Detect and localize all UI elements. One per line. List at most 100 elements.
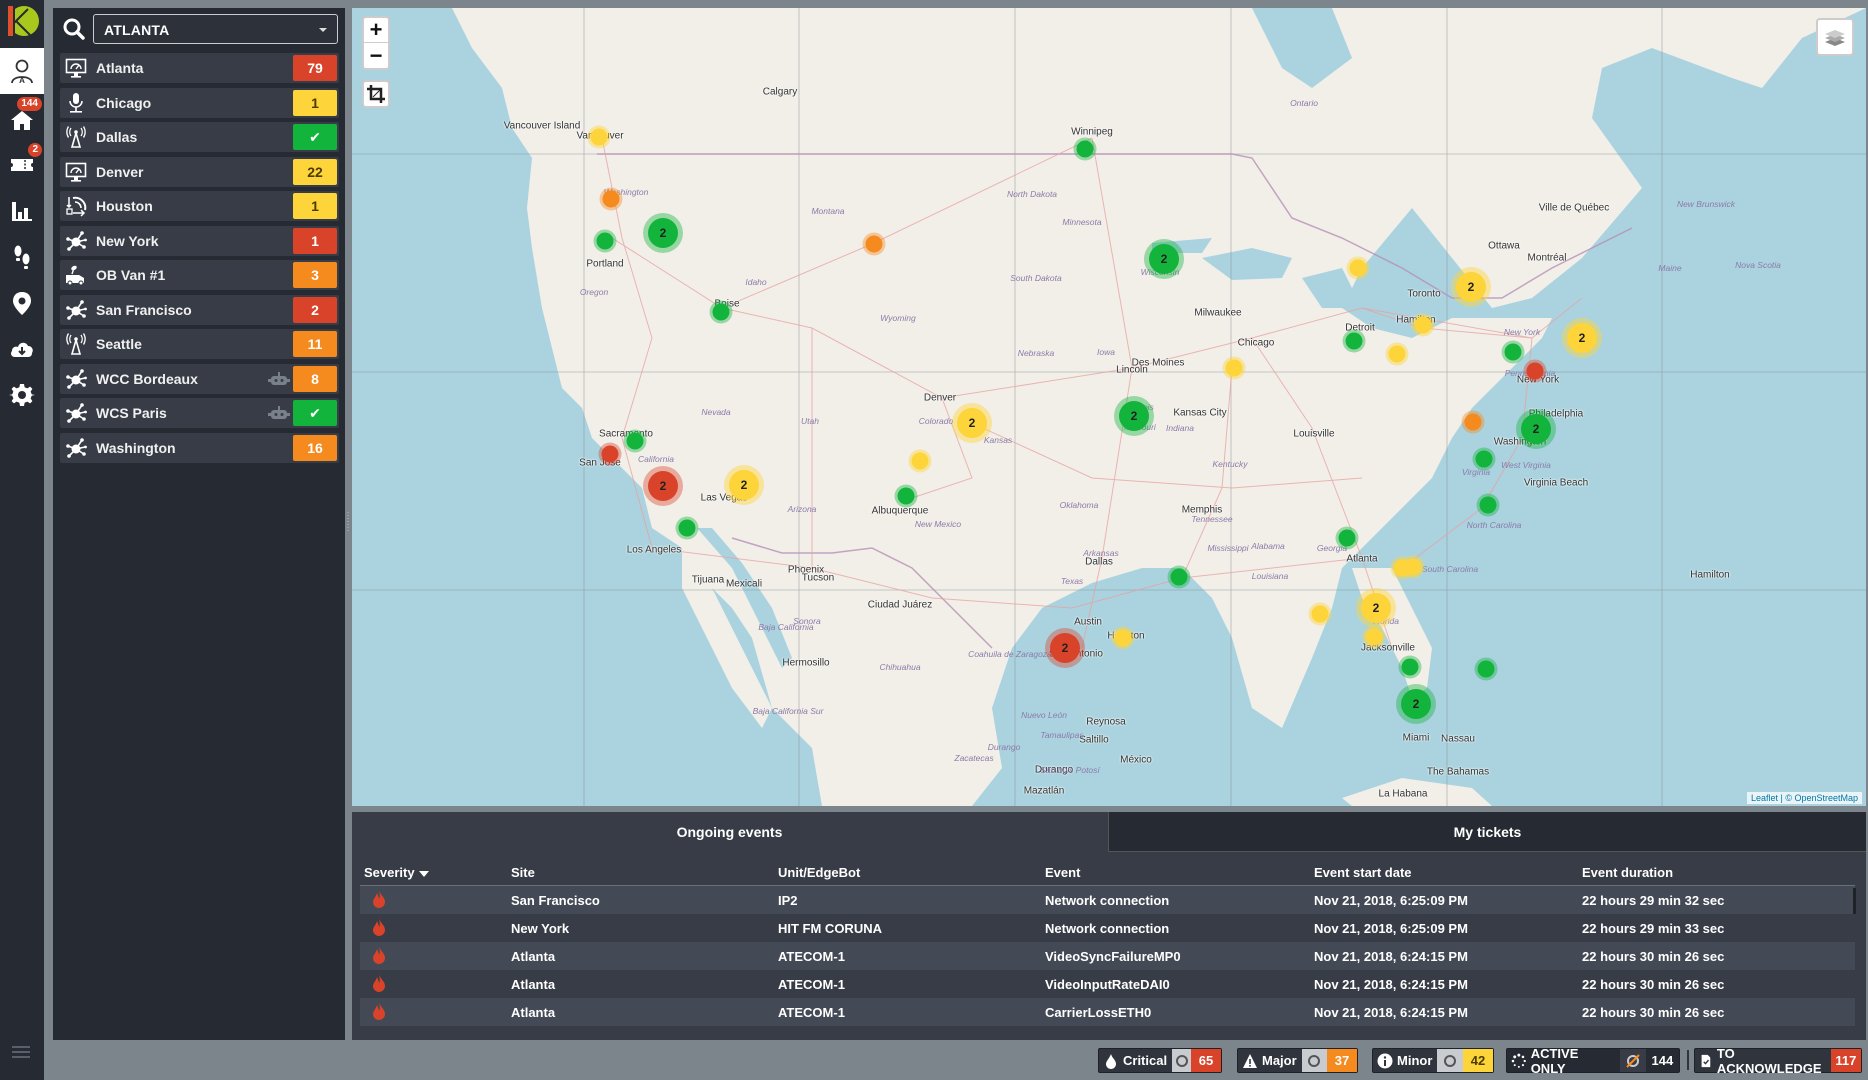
map-cluster-marker[interactable]: 2 (1451, 267, 1491, 307)
filter-active-only[interactable]: ACTIVE ONLY 144 (1506, 1046, 1680, 1076)
map-site-marker[interactable] (1338, 529, 1356, 547)
visibility-toggle[interactable] (1172, 1049, 1191, 1072)
nav-tickets[interactable]: 2 (0, 142, 44, 188)
map-site-marker[interactable] (678, 519, 696, 537)
site-search-select[interactable]: ATLANTA (93, 14, 338, 44)
site-item[interactable]: Seattle 11 (60, 329, 339, 359)
table-row[interactable]: Atlanta ATECOM-1 VideoSyncFailureMP0 Nov 21… (360, 942, 1855, 970)
horizontal-resize-handle[interactable] (1095, 806, 1120, 818)
map-site-marker[interactable] (897, 487, 915, 505)
filter-critical[interactable]: Critical 65 (1098, 1048, 1222, 1073)
column-start-date[interactable]: Event start date (1314, 865, 1582, 880)
event-cell: Network connection (1045, 920, 1170, 936)
map-site-marker[interactable] (596, 232, 614, 250)
column-unit[interactable]: Unit/EdgeBot (778, 865, 1045, 880)
map-cluster-marker[interactable]: 2 (1396, 684, 1436, 724)
search-icon[interactable] (62, 17, 86, 41)
site-item[interactable]: Houston 1 (60, 191, 339, 221)
visibility-toggle[interactable] (1620, 1049, 1646, 1072)
map-cluster-marker[interactable]: 2 (1144, 239, 1184, 279)
tab-ongoing-events[interactable]: Ongoing events (352, 812, 1107, 852)
map-site-marker[interactable] (1114, 629, 1132, 647)
map-cluster-marker[interactable]: 2 (643, 466, 683, 506)
site-item[interactable]: WCC Bordeaux 8 (60, 363, 339, 394)
table-row[interactable]: Atlanta ATECOM-1 VideoInputRateDAI0 Nov 21,… (360, 970, 1855, 998)
column-severity[interactable]: Severity (360, 865, 511, 880)
map-site-marker[interactable] (865, 235, 883, 253)
tab-my-tickets[interactable]: My tickets (1108, 812, 1866, 852)
map-site-marker[interactable] (1076, 140, 1094, 158)
nav-tracking[interactable] (0, 234, 44, 280)
hamburger-menu-icon[interactable] (12, 1046, 30, 1058)
site-item[interactable]: Dallas ✔ (60, 122, 339, 152)
map-cluster-marker[interactable]: 2 (1045, 628, 1085, 668)
map-site-marker[interactable] (602, 190, 620, 208)
map-cluster-marker[interactable]: 2 (1356, 588, 1396, 628)
map-cluster-marker[interactable]: 2 (952, 403, 992, 443)
map-site-marker[interactable] (1365, 628, 1383, 646)
map-cluster-marker[interactable]: 2 (643, 213, 683, 253)
map-site-marker[interactable] (1170, 568, 1188, 586)
nav-map[interactable] (0, 280, 44, 326)
crop-button[interactable] (362, 80, 390, 108)
site-item[interactable]: San Francisco 2 (60, 294, 339, 325)
map-site-marker[interactable] (1526, 362, 1544, 380)
nav-sites[interactable]: 144 (0, 96, 44, 142)
column-duration[interactable]: Event duration (1582, 865, 1852, 880)
map-attribution[interactable]: Leaflet | © OpenStreetMap (1746, 792, 1862, 804)
zoom-control: + − (362, 16, 390, 70)
map-site-marker[interactable] (1477, 660, 1495, 678)
table-row[interactable]: San Francisco IP2 Network connection Nov 21… (360, 886, 1855, 914)
map-site-marker[interactable] (1479, 496, 1497, 514)
map-site-marker[interactable] (1349, 259, 1367, 277)
map-site-marker[interactable] (1388, 345, 1406, 363)
site-item[interactable]: New York 1 (60, 225, 339, 256)
nav-reports[interactable] (0, 188, 44, 234)
site-item[interactable]: OB Van #1 3 (60, 260, 339, 290)
map-site-marker[interactable] (1393, 559, 1411, 577)
zoom-out-button[interactable]: − (364, 43, 388, 68)
app-logo[interactable] (4, 3, 40, 39)
map-site-marker[interactable] (1504, 343, 1522, 361)
nav-settings[interactable] (0, 372, 44, 418)
map-cluster-marker[interactable]: 2 (724, 465, 764, 505)
map-site-marker[interactable] (1401, 658, 1419, 676)
filter-to-acknowledge[interactable]: TO ACKNOWLEDGE 117 (1694, 1046, 1862, 1076)
site-item[interactable]: Atlanta 79 (60, 53, 339, 83)
map-site-marker[interactable] (1464, 413, 1482, 431)
zoom-in-button[interactable]: + (364, 17, 388, 43)
column-event[interactable]: Event (1045, 865, 1314, 880)
nav-download[interactable] (0, 326, 44, 372)
map-cluster-marker[interactable]: 2 (1516, 409, 1556, 449)
site-item[interactable]: WCS Paris ✔ (60, 398, 339, 428)
visibility-toggle[interactable] (1301, 1049, 1327, 1072)
panel-resize-handle[interactable] (346, 510, 350, 535)
filter-major[interactable]: Major 37 (1237, 1048, 1358, 1073)
table-row[interactable]: New York HIT FM CORUNA Network connection N… (360, 914, 1855, 942)
site-item[interactable]: Denver 22 (60, 156, 339, 187)
map-site-marker[interactable] (590, 128, 608, 146)
map-site-marker[interactable] (1475, 450, 1493, 468)
map-site-marker[interactable] (1345, 332, 1363, 350)
table-row[interactable]: Atlanta ATECOM-1 CarrierLossETH0 Nov 21, 20… (360, 998, 1855, 1026)
map-cluster-marker[interactable]: 2 (1562, 318, 1602, 358)
map-site-marker[interactable] (1311, 605, 1329, 623)
visibility-toggle[interactable] (1437, 1049, 1463, 1072)
map-view[interactable]: CalgaryVancouverVancouver IslandWinnipeg… (352, 8, 1866, 806)
unit-cell: IP2 (778, 892, 798, 908)
site-item[interactable]: Chicago 1 (60, 87, 339, 118)
column-site[interactable]: Site (511, 865, 778, 880)
map-site-marker[interactable] (1225, 359, 1243, 377)
map-site-marker[interactable] (626, 432, 644, 450)
filter-minor[interactable]: Minor 42 (1372, 1048, 1494, 1073)
layers-button[interactable] (1816, 18, 1854, 56)
region-label: Nebraska (1017, 348, 1055, 358)
map-site-marker[interactable] (911, 452, 929, 470)
map-site-marker[interactable] (1414, 316, 1432, 334)
map-site-marker[interactable] (712, 303, 730, 321)
map-cluster-marker[interactable]: 2 (1114, 396, 1154, 436)
nav-profile[interactable]: A (0, 48, 44, 94)
table-scrollbar[interactable] (1853, 888, 1856, 914)
site-item[interactable]: Washington 16 (60, 432, 339, 463)
map-site-marker[interactable] (601, 445, 619, 463)
